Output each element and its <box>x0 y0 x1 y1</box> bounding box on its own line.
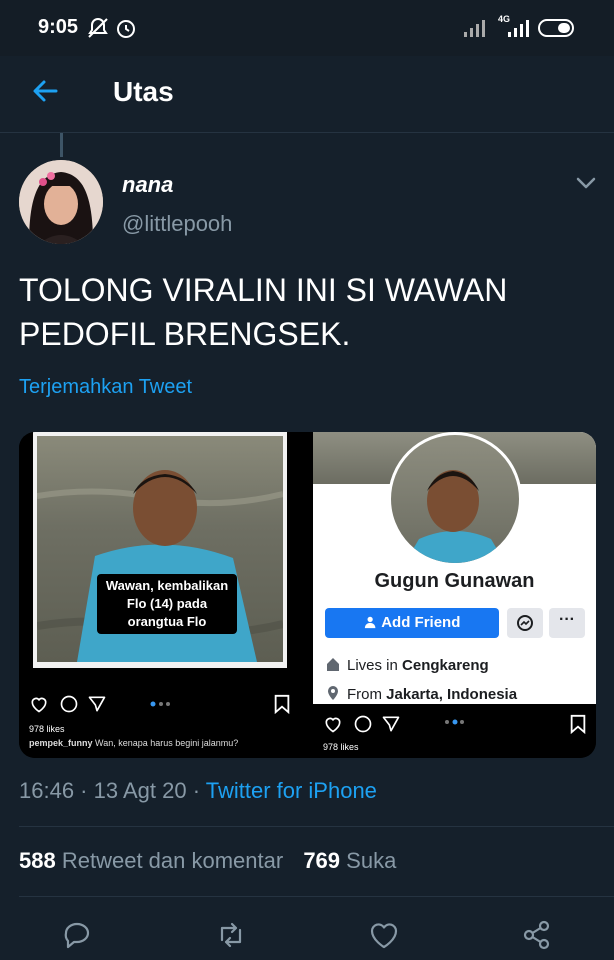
likes-count: 978 likes <box>29 724 65 734</box>
image-caption: Wawan, kembalikan Flo (14) pada orangtua… <box>97 574 237 634</box>
tweet-meta: 16:46 · 13 Agt 20 · Twitter for iPhone <box>19 778 377 804</box>
more-options-button[interactable]: ··· <box>549 608 585 638</box>
retweet-icon[interactable] <box>214 918 248 952</box>
home-icon <box>327 658 339 671</box>
reply-icon[interactable] <box>60 918 94 952</box>
carousel-dots-icon <box>445 719 464 725</box>
author-name[interactable]: nana <box>122 172 173 198</box>
divider <box>19 826 614 827</box>
comment-user: pempek_funny <box>29 738 93 748</box>
heart-icon[interactable] <box>29 694 49 714</box>
bookmark-icon[interactable] <box>569 714 587 734</box>
profile-name: Gugun Gunawan <box>374 570 535 592</box>
alarm-icon <box>117 20 135 38</box>
add-friend-label: Add Friend <box>381 614 461 631</box>
tweet-stats: 588 Retweet dan komentar 769 Suka <box>19 848 396 874</box>
signal-icon <box>464 20 485 37</box>
tweet-media[interactable]: Wawan, kembalikan Flo (14) pada orangtua… <box>19 432 596 758</box>
send-icon[interactable] <box>381 714 401 734</box>
comment-text: Wan, kenapa harus begini jalanmu? <box>95 738 239 748</box>
from-row: From Jakarta, Indonesia <box>325 685 517 703</box>
facebook-profile: Gugun Gunawan Add Friend ··· Lives in Ce… <box>313 432 596 704</box>
post-photo: Wawan, kembalikan Flo (14) pada orangtua… <box>33 432 287 668</box>
retweet-count[interactable]: 588 <box>19 848 56 873</box>
tweet-text: TOLONG VIRALIN INI SI WAWAN PEDOFIL BREN… <box>19 272 508 352</box>
share-icon[interactable] <box>520 918 554 952</box>
add-friend-button[interactable]: Add Friend <box>325 608 499 638</box>
person-photo-icon <box>405 470 505 563</box>
status-bar: 9:05 4G <box>0 0 614 56</box>
avatar-photo-icon <box>19 160 103 244</box>
tweet-source[interactable]: Twitter for iPhone <box>206 778 377 803</box>
battery-icon <box>538 19 574 37</box>
like-count[interactable]: 769 <box>303 848 340 873</box>
heart-icon[interactable] <box>323 714 343 734</box>
retweet-label[interactable]: Retweet dan komentar <box>62 848 283 873</box>
media-image-facebook[interactable]: Gugun Gunawan Add Friend ··· Lives in Ce… <box>313 432 596 758</box>
thread-connector <box>60 133 63 157</box>
status-time: 9:05 <box>38 16 79 38</box>
lives-place: Cengkareng <box>402 657 489 674</box>
profile-photo <box>388 432 522 566</box>
signal-icon <box>508 20 529 37</box>
likes-count: 978 likes <box>323 742 359 752</box>
like-label[interactable]: Suka <box>346 848 396 873</box>
carousel-dots-icon <box>150 701 170 707</box>
messenger-icon <box>517 615 533 631</box>
tweet-timestamp[interactable]: 16:46 · 13 Agt 20 · <box>19 778 206 803</box>
translate-link[interactable]: Terjemahkan Tweet <box>19 376 192 399</box>
lives-prefix: Lives in <box>347 657 403 674</box>
comment-icon[interactable] <box>353 714 373 734</box>
add-user-icon <box>364 616 375 629</box>
author-handle[interactable]: @littlepooh <box>122 211 232 237</box>
arrow-left-icon[interactable] <box>30 76 60 106</box>
like-icon[interactable] <box>367 918 401 952</box>
page-title: Utas <box>113 76 174 107</box>
from-place: Jakarta, Indonesia <box>386 686 518 703</box>
comment-icon[interactable] <box>59 694 79 714</box>
media-image-instagram[interactable]: Wawan, kembalikan Flo (14) pada orangtua… <box>19 432 301 758</box>
from-prefix: From <box>347 686 387 703</box>
bookmark-icon[interactable] <box>273 694 291 714</box>
location-pin-icon <box>328 686 338 700</box>
chevron-down-icon[interactable] <box>574 173 598 193</box>
mute-icon <box>88 17 108 38</box>
lives-in-row: Lives in Cengkareng <box>325 656 489 674</box>
messenger-button[interactable] <box>507 608 543 638</box>
send-icon[interactable] <box>87 694 107 714</box>
divider <box>19 896 614 897</box>
post-comment: pempek_funny Wan, kenapa harus begini ja… <box>29 738 238 748</box>
avatar[interactable] <box>19 160 103 244</box>
app-bar: Utas <box>0 56 614 133</box>
